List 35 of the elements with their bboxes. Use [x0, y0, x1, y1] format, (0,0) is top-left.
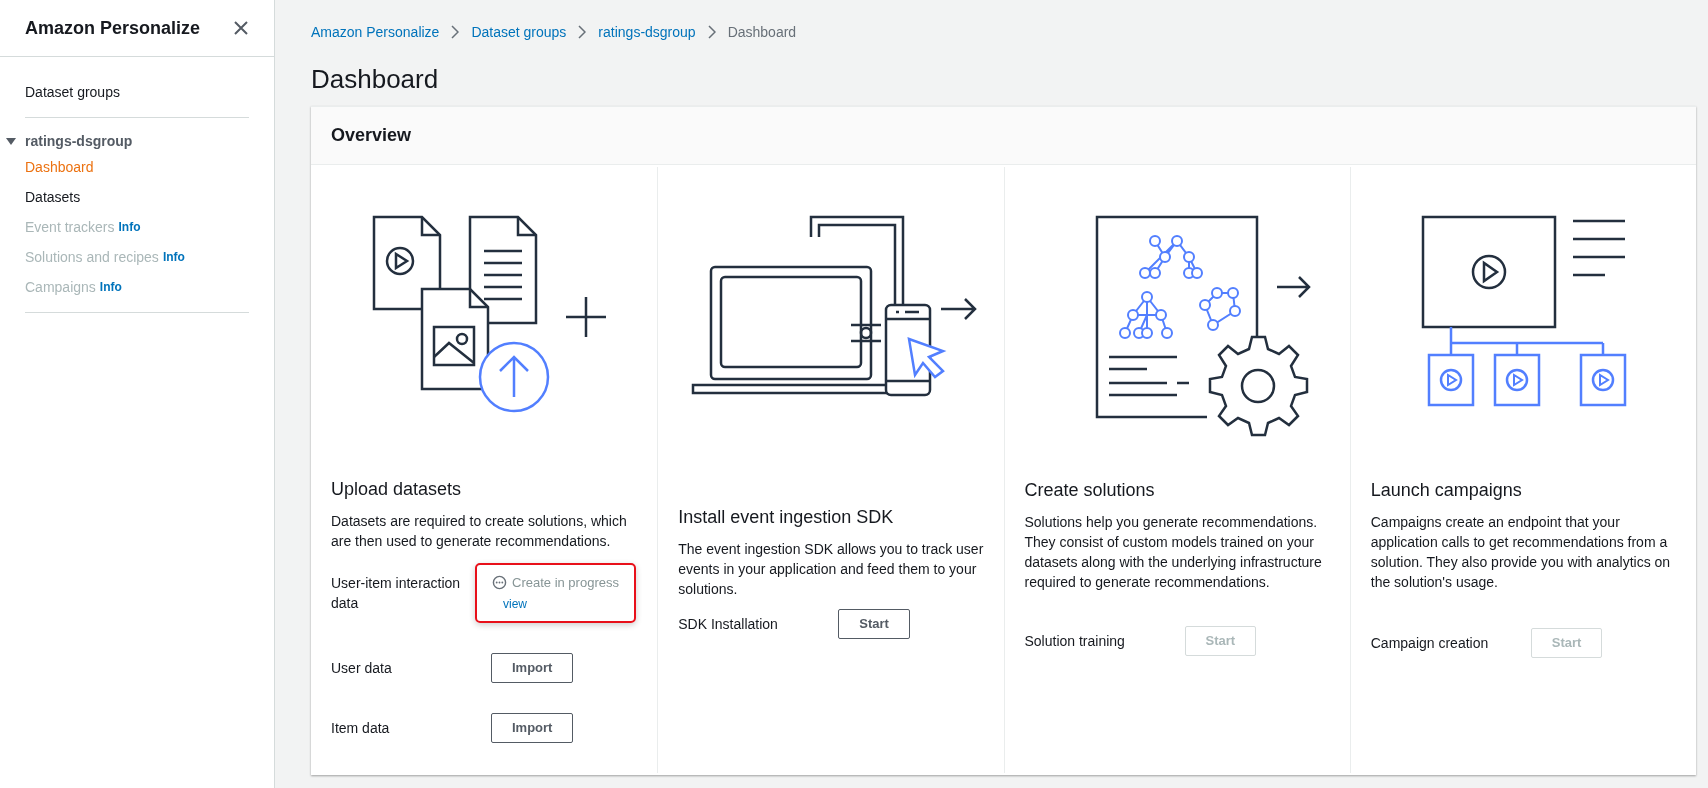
breadcrumb[interactable]: ratings-dsgroup	[598, 21, 696, 43]
breadcrumb[interactable]: Amazon Personalize	[311, 21, 440, 43]
row-label: User data	[331, 658, 393, 678]
chevron-icon	[707, 25, 716, 39]
sidebar-item[interactable]: Datasets	[25, 186, 81, 208]
action-button[interactable]: Import	[491, 712, 574, 743]
action-button[interactable]: Import	[491, 652, 574, 683]
close-icon[interactable]	[233, 20, 249, 36]
sidebar-title: Amazon Personalize	[25, 16, 201, 40]
sidebar-item[interactable]: Dashboard	[25, 156, 94, 178]
page-title: Dashboard	[311, 64, 440, 94]
step-description: Solutions help you generate recommendations. They consist of custom models trained on your datasets along with the underlying infrastructure required to generate recommendations.	[1024, 513, 1323, 592]
sidebar-link[interactable]: Dataset groups	[25, 82, 249, 103]
row-label: User-item interaction data	[331, 573, 462, 613]
step-description: The event ingestion SDK allows you to track user events in your application and feed them to your solutions.	[678, 540, 984, 599]
breadcrumb: Dashboard	[727, 22, 797, 42]
sidebar-group[interactable]: ratings-dsgroup	[25, 130, 133, 152]
row-label: SDK Installation	[678, 615, 779, 634]
step-title: Install event ingestion SDK	[678, 506, 895, 529]
step-title: Upload datasets	[331, 478, 463, 501]
row-label: Item data	[331, 718, 391, 738]
step-title: Launch campaigns	[1370, 479, 1523, 502]
pending-icon	[492, 575, 507, 591]
view-link[interactable]: view	[503, 594, 527, 613]
chevron-icon	[451, 25, 460, 39]
step-description: Campaigns create an endpoint that your application calls to get recommendations from a solution. They also provide you with analytics on the solution's usage.	[1370, 513, 1672, 592]
row-label: Solution training	[1024, 632, 1126, 651]
step-title: Create solutions	[1024, 479, 1156, 502]
panel-title: Overview	[331, 124, 412, 147]
action-button[interactable]: Start	[838, 609, 910, 639]
row-label: Campaign creation	[1370, 634, 1490, 653]
breadcrumb[interactable]: Dataset groups	[471, 21, 567, 43]
status-text: Create in progress	[512, 574, 619, 592]
chevron-icon	[578, 25, 587, 39]
step-description: Datasets are required to create solutions, which are then used to generate recommendations.	[331, 512, 628, 551]
